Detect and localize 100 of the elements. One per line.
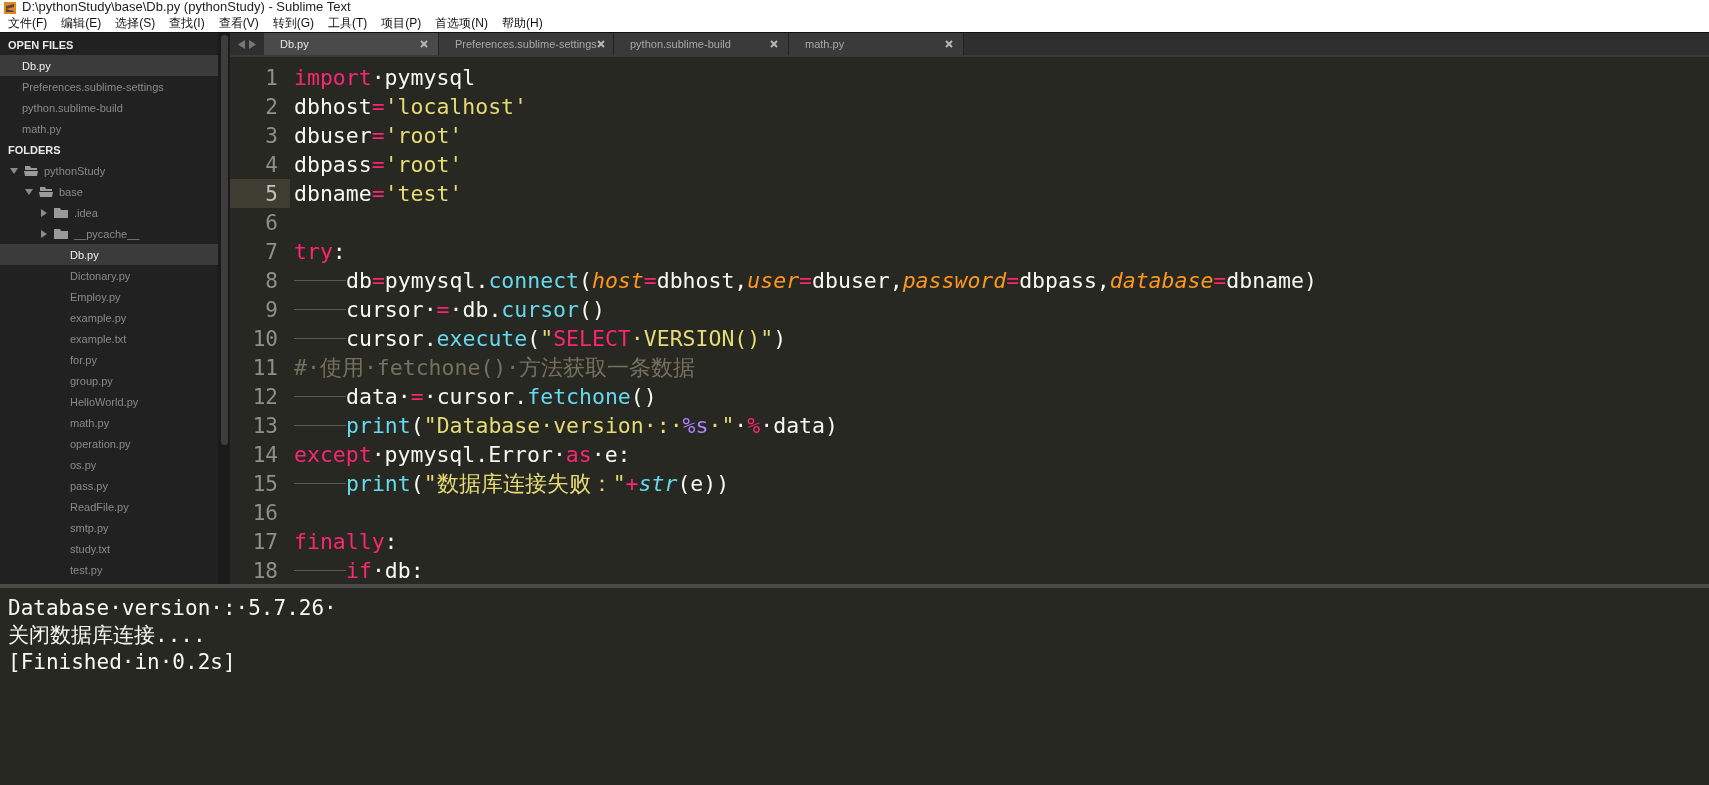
open-file-item[interactable]: Db.py	[0, 55, 218, 76]
output-line: Database·version·:·5.7.26·	[8, 594, 338, 621]
file-item[interactable]: Dictonary.py	[0, 265, 218, 286]
line-number: 6	[264, 209, 279, 237]
code-line: cursor.execute("SELECT·VERSION()")	[345, 326, 787, 351]
file-item[interactable]: math.py	[0, 412, 218, 433]
next-tab-icon[interactable]	[249, 39, 256, 49]
file-item[interactable]: example.txt	[0, 328, 218, 349]
code-line: data·=·cursor.fetchone()	[345, 384, 657, 409]
line-number: 11	[251, 354, 279, 382]
menu-item[interactable]: 首选项(N)	[435, 14, 488, 32]
menu-item[interactable]: 帮助(H)	[502, 14, 543, 32]
line-number: 5	[230, 179, 290, 208]
file-item[interactable]: Db.py	[0, 244, 218, 265]
file-item[interactable]: operation.py	[0, 433, 218, 454]
open-file-item[interactable]: math.py	[0, 118, 218, 139]
caret-down-icon[interactable]	[10, 166, 18, 175]
file-tab[interactable]: python.sublime-build	[614, 33, 789, 55]
menu-item[interactable]: 编辑(E)	[61, 14, 102, 32]
file-tab[interactable]: Preferences.sublime-settings	[439, 33, 614, 55]
file-item[interactable]: study.txt	[0, 538, 218, 559]
code-line: dbuser='root'	[293, 123, 463, 148]
menu-item[interactable]: 选择(S)	[115, 14, 156, 32]
code-line: print("数据库连接失败："+str(e))	[345, 470, 730, 498]
file-tab[interactable]: math.py	[789, 33, 964, 55]
code-line: import·pymysql	[293, 65, 476, 90]
open-file-item[interactable]: python.sublime-build	[0, 97, 218, 118]
code-line: dbname='test'	[293, 181, 463, 206]
tab-label: Db.py	[280, 38, 309, 50]
line-number: 18	[251, 557, 279, 584]
file-item[interactable]: group.py	[0, 370, 218, 391]
folder-item[interactable]: base	[0, 181, 218, 202]
line-number: 4	[264, 151, 279, 179]
open-file-item[interactable]: Preferences.sublime-settings	[0, 76, 218, 97]
code-line: print("Database·version·:·%s·"·%·data)	[345, 413, 838, 438]
section-header: OPEN FILES	[7, 37, 75, 53]
caret-right-icon[interactable]	[40, 208, 48, 217]
file-item[interactable]: HelloWorld.py	[0, 391, 218, 412]
line-number: 9	[264, 296, 279, 324]
line-number: 1	[264, 64, 279, 92]
code-line: db=pymysql.connect(host=dbhost,user=dbuser,password=dbpass,database=dbname)	[345, 268, 1317, 293]
code-line: dbhost='localhost'	[293, 94, 527, 119]
line-number: 2	[264, 93, 279, 121]
folder-item[interactable]: .idea	[0, 202, 218, 223]
code-line: finally:	[293, 529, 398, 554]
menu-item[interactable]: 查找(I)	[169, 14, 205, 32]
folder-name: __pycache__	[74, 227, 140, 240]
caret-right-icon[interactable]	[40, 229, 48, 238]
code-line: try:	[293, 239, 346, 264]
line-number: 14	[251, 441, 279, 469]
menu-item[interactable]: 工具(T)	[328, 14, 368, 32]
file-item[interactable]: Employ.py	[0, 286, 218, 307]
file-item[interactable]: ReadFile.py	[0, 496, 218, 517]
caret-down-icon[interactable]	[25, 187, 33, 196]
tab-label: Preferences.sublime-settings	[455, 38, 597, 50]
code-line: cursor·=·db.cursor()	[345, 297, 605, 322]
file-item[interactable]: os.py	[0, 454, 218, 475]
close-icon[interactable]	[945, 40, 953, 48]
file-item[interactable]: for.py	[0, 349, 218, 370]
folder-icon	[54, 207, 68, 218]
menu-item[interactable]: 项目(P)	[381, 14, 422, 32]
folder-item[interactable]: __pycache__	[0, 223, 218, 244]
app-logo-icon	[4, 2, 16, 14]
output-line: [Finished·in·0.2s]	[8, 648, 237, 675]
line-number: 8	[264, 267, 279, 295]
line-number: 3	[264, 122, 279, 150]
previous-tab-icon[interactable]	[238, 39, 245, 49]
menu-item[interactable]: 查看(V)	[218, 14, 259, 32]
close-icon[interactable]	[420, 40, 428, 48]
open-folder-icon	[24, 165, 38, 176]
window-title: D:\pythonStudy\base\Db.py (pythonStudy) - Sublime Text	[22, 0, 351, 14]
tab-label: python.sublime-build	[630, 38, 731, 50]
line-number: 15	[251, 470, 279, 498]
file-item[interactable]: pass.py	[0, 475, 218, 496]
folder-item[interactable]: pythonStudy	[0, 160, 218, 181]
output-line: 关闭数据库连接....	[8, 621, 207, 648]
open-folder-icon	[39, 186, 53, 197]
file-item[interactable]: smtp.py	[0, 517, 218, 538]
line-number: 10	[251, 325, 279, 353]
code-line: except·pymysql.Error·as·e:	[293, 442, 631, 467]
line-number: 16	[251, 499, 279, 527]
scrollbar-thumb[interactable]	[220, 35, 228, 445]
menu-item[interactable]: 文件(F)	[8, 14, 48, 32]
tab-label: math.py	[805, 38, 845, 50]
code-line: dbpass='root'	[293, 152, 463, 177]
close-icon[interactable]	[770, 40, 778, 48]
folder-name: .idea	[74, 206, 98, 219]
code-line: if·db:	[345, 558, 424, 583]
folder-name: pythonStudy	[44, 164, 106, 177]
folder-name: base	[59, 185, 83, 198]
line-number: 13	[251, 412, 279, 440]
file-item[interactable]: test.py	[0, 559, 218, 580]
line-number: 12	[251, 383, 279, 411]
menu-item[interactable]: 转到(G)	[272, 14, 314, 32]
file-tab[interactable]: Db.py	[264, 33, 439, 55]
file-item[interactable]: example.py	[0, 307, 218, 328]
close-icon[interactable]	[596, 40, 605, 48]
section-header: FOLDERS	[7, 142, 62, 158]
line-number: 17	[251, 528, 279, 556]
line-number: 7	[264, 238, 279, 266]
